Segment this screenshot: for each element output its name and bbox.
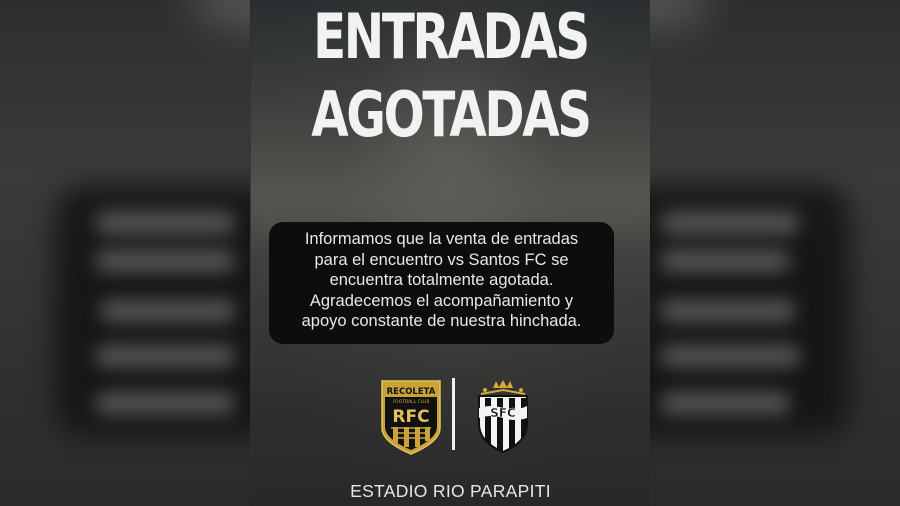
announcement-line: para el encuentro vs Santos FC se xyxy=(314,250,569,269)
announcement-line: Informamos que la venta de entradas xyxy=(304,230,579,248)
blurred-backdrop-left xyxy=(0,0,250,506)
svg-text:RFC: RFC xyxy=(392,407,429,427)
club-crests: RECOLETA FOOTBALL CLUB RFC SFC xyxy=(251,374,650,458)
stadium-name: ESTADIO RIO PARAPITI xyxy=(350,481,551,501)
crest-divider xyxy=(452,378,455,450)
sold-out-poster: ENTRADAS AGOTADAS Informamos que la vent… xyxy=(251,0,650,506)
announcement-line: encuentra totalmente agotada. xyxy=(329,271,554,289)
recoleta-fc-crest-icon: RECOLETA FOOTBALL CLUB RFC xyxy=(381,380,441,455)
announcement-line: apoyo constante de nuestra hinchada. xyxy=(301,312,582,330)
announcement-line: Agradecemos el acompañamiento y xyxy=(309,291,574,310)
svg-text:FOOTBALL CLUB: FOOTBALL CLUB xyxy=(393,399,430,405)
blurred-backdrop-right xyxy=(650,0,900,506)
title-line-1: ENTRADAS xyxy=(313,0,590,73)
svg-text:SFC: SFC xyxy=(490,406,516,420)
svg-text:RECOLETA: RECOLETA xyxy=(387,387,436,397)
title-line-2: AGOTADAS xyxy=(311,78,592,151)
santos-fc-crest-icon: SFC xyxy=(478,380,528,454)
video-frame: ENTRADAS AGOTADAS Informamos que la vent… xyxy=(0,0,900,506)
announcement-box: Informamos que la venta de entradas para… xyxy=(269,222,614,344)
